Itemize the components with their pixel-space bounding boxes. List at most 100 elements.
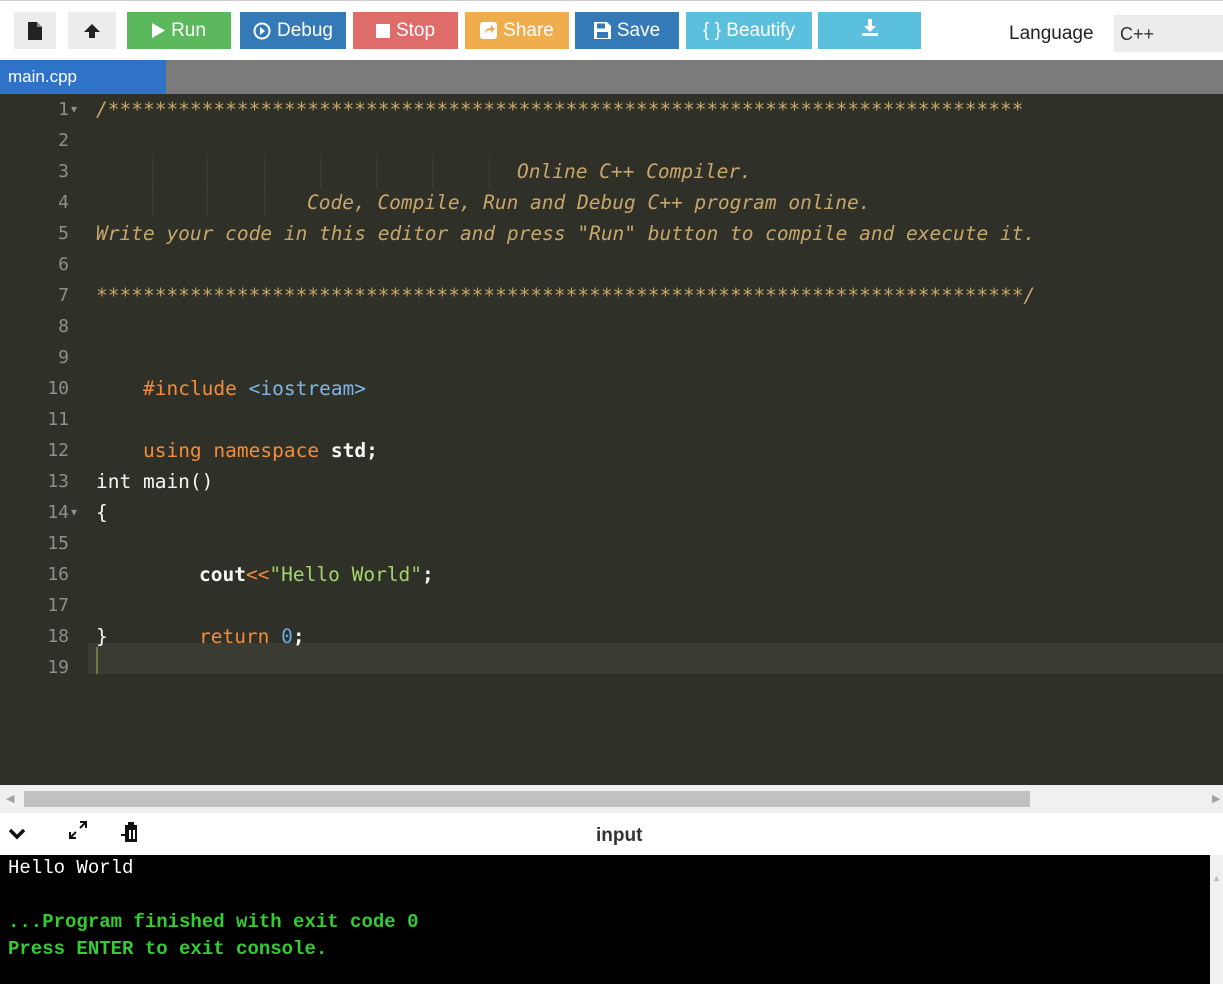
file-icon	[28, 21, 42, 40]
run-button[interactable]: Run	[127, 12, 231, 49]
debug-button[interactable]: Debug	[240, 12, 346, 49]
indent-guide	[432, 156, 434, 187]
console-output-line: Hello World	[8, 857, 134, 879]
code-line-1: /***************************************…	[96, 98, 1024, 121]
line-number-gutter: 1 ▾ 2 3 4 5 6 7 8 9 10 11 12 13 14 ▾ 15 …	[0, 94, 88, 785]
number-literal: 0	[281, 625, 293, 648]
semicolon: ;	[292, 625, 305, 648]
code-line-3: Online C++ Compiler.	[517, 160, 752, 183]
indent-guide	[264, 156, 266, 187]
line-number: 14	[47, 502, 69, 523]
indent-guide	[320, 156, 322, 187]
output-console[interactable]: Hello World ...Program finished with exi…	[0, 855, 1210, 984]
line-number: 13	[47, 471, 69, 492]
toolbar: Run Debug Stop Share Save { } Beautify L…	[0, 0, 1223, 61]
code-line-7: ****************************************…	[96, 284, 1036, 307]
line-number: 18	[47, 626, 69, 647]
line-number: 12	[47, 440, 69, 461]
indent-guide	[152, 156, 154, 187]
debug-label: Debug	[277, 19, 333, 41]
code-line-11: using namespace std;	[96, 404, 378, 462]
input-label[interactable]: input	[596, 825, 642, 847]
expand-icon[interactable]	[67, 819, 89, 846]
chevron-down-icon[interactable]	[8, 827, 26, 845]
namespace-std: std;	[330, 439, 378, 462]
stop-button[interactable]: Stop	[353, 12, 458, 49]
debug-icon	[253, 22, 271, 40]
save-button[interactable]: Save	[575, 12, 679, 49]
console-scrollbar[interactable]: ▲	[1210, 855, 1223, 984]
share-icon	[480, 22, 498, 39]
line-number: 5	[58, 223, 69, 244]
line-number: 7	[58, 285, 69, 306]
console-prompt-line: Press ENTER to exit console.	[8, 938, 328, 960]
run-label: Run	[171, 19, 206, 41]
code-editor[interactable]: 1 ▾ 2 3 4 5 6 7 8 9 10 11 12 13 14 ▾ 15 …	[0, 94, 1223, 785]
line-number: 4	[58, 192, 69, 213]
new-file-button[interactable]	[14, 12, 56, 49]
cout-identifier: cout	[198, 563, 246, 586]
line-number: 9	[58, 347, 69, 368]
line-number: 15	[47, 533, 69, 554]
code-line-5: Write your code in this editor and press…	[96, 222, 1036, 245]
tab-main-cpp[interactable]: main.cpp	[0, 60, 166, 94]
line-number: 6	[58, 254, 69, 275]
indent-guide	[207, 187, 209, 218]
stop-icon	[375, 23, 390, 38]
include-directive: #include	[142, 377, 237, 400]
play-icon	[152, 23, 166, 38]
line-number: 17	[47, 595, 69, 616]
clear-console-icon[interactable]	[121, 822, 141, 849]
upload-icon	[84, 23, 100, 38]
line-number: 3	[58, 161, 69, 182]
scrollbar-thumb[interactable]	[24, 791, 1030, 807]
line-number: 11	[47, 409, 69, 430]
indent-guide	[376, 156, 378, 187]
beautify-button[interactable]: { } Beautify	[686, 12, 812, 49]
language-select[interactable]: C++	[1114, 15, 1223, 52]
download-button[interactable]	[818, 12, 921, 49]
code-line-14: {	[96, 501, 108, 524]
stream-operator: <<	[245, 563, 270, 586]
scroll-up-icon[interactable]: ▲	[1212, 873, 1221, 883]
fold-arrow-icon[interactable]: ▾	[71, 505, 77, 519]
beautify-label: { } Beautify	[703, 19, 795, 41]
keyword-namespace: namespace	[213, 439, 320, 462]
indent-guide	[489, 156, 491, 187]
line-number: 1	[58, 99, 69, 120]
code-line-15: cout<<"Hello World";	[152, 528, 434, 586]
share-label: Share	[503, 19, 554, 41]
download-icon	[861, 19, 878, 42]
scroll-left-icon[interactable]: ◀	[6, 792, 14, 805]
fold-arrow-icon[interactable]: ▾	[71, 102, 77, 116]
horizontal-scrollbar[interactable]: ◀ ▶	[0, 785, 1223, 813]
language-label: Language	[1009, 23, 1094, 44]
string-literal: "Hello World"	[269, 563, 423, 586]
indent-guide	[264, 187, 266, 218]
keyword-return: return	[198, 625, 270, 648]
include-library: <iostream>	[248, 377, 367, 400]
line-number: 16	[47, 564, 69, 585]
stop-label: Stop	[395, 19, 436, 41]
code-line-9: #include <iostream>	[96, 342, 366, 400]
save-label: Save	[616, 19, 661, 41]
share-button[interactable]: Share	[465, 12, 569, 49]
console-header: input	[0, 813, 1223, 855]
scroll-right-icon[interactable]: ▶	[1212, 792, 1220, 805]
indent-guide	[207, 156, 209, 187]
keyword-using: using	[142, 439, 202, 462]
save-icon	[593, 22, 611, 39]
line-number: 19	[47, 657, 69, 678]
code-line-4: Code, Compile, Run and Debug C++ program…	[307, 191, 871, 214]
line-number: 2	[58, 130, 69, 151]
line-number: 8	[58, 316, 69, 337]
text-cursor	[96, 647, 98, 674]
line-number: 10	[47, 378, 69, 399]
upload-button[interactable]	[68, 12, 116, 49]
console-status-line: ...Program finished with exit code 0	[8, 911, 419, 933]
semicolon: ;	[422, 563, 434, 586]
code-line-17: return 0;	[152, 590, 305, 648]
code-line-13: int main()	[96, 470, 214, 493]
file-tab-bar: main.cpp	[0, 60, 1223, 94]
indent-guide	[152, 187, 154, 218]
